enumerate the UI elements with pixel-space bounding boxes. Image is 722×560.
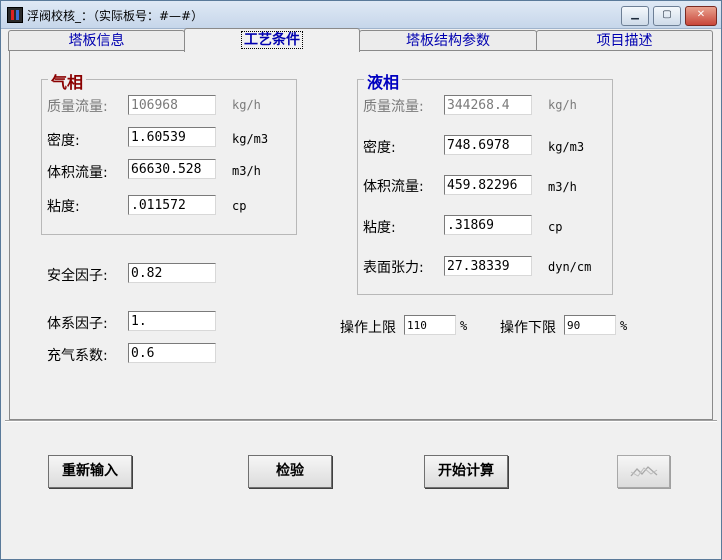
tab-tray-info[interactable]: 塔板信息 [8, 30, 185, 51]
gas-mass-flow-field: 106968 [128, 95, 216, 115]
tab-tray-structure[interactable]: 塔板结构参数 [359, 30, 537, 51]
liquid-mass-flow-label: 质量流量: [363, 99, 424, 115]
gas-density-label: 密度: [47, 133, 80, 149]
maximize-button[interactable]: ▢ [653, 6, 681, 26]
gas-viscosity-label: 粘度: [47, 199, 80, 215]
liquid-viscosity-unit: cp [548, 220, 563, 234]
tab-process-conditions[interactable]: 工艺条件 [184, 28, 360, 52]
reset-button[interactable]: 重新输入 [48, 455, 132, 488]
app-icon [7, 7, 23, 23]
gas-viscosity-unit: cp [232, 199, 247, 213]
title-bar: 浮阀校核_：（实际板号：#—#） ▁ ▢ ✕ [1, 1, 721, 29]
system-factor-field[interactable]: 1. [128, 311, 216, 331]
liquid-density-label: 密度: [363, 140, 396, 156]
gas-density-field[interactable]: 1.60539 [128, 127, 216, 147]
liquid-viscosity-field[interactable]: .31869 [444, 215, 532, 235]
liquid-volume-flow-label: 体积流量: [363, 179, 424, 195]
operation-lower-unit: % [620, 319, 628, 333]
operation-lower-label: 操作下限 [500, 320, 556, 336]
liquid-surface-tension-label: 表面张力: [363, 260, 424, 276]
tab-project-description[interactable]: 项目描述 [536, 30, 713, 51]
operation-upper-unit: % [460, 319, 468, 333]
operation-lower-field[interactable]: 90 [564, 315, 616, 335]
liquid-density-unit: kg/m3 [548, 140, 585, 154]
liquid-surface-tension-field[interactable]: 27.38339 [444, 256, 532, 276]
system-factor-label: 体系因子: [47, 316, 108, 332]
separator [5, 420, 717, 422]
line-chart-icon [630, 466, 658, 477]
close-button[interactable]: ✕ [685, 6, 717, 26]
liquid-viscosity-label: 粘度: [363, 220, 396, 236]
start-calculation-button[interactable]: 开始计算 [424, 455, 508, 488]
chart-button[interactable] [617, 455, 670, 488]
operation-upper-field[interactable]: 110 [404, 315, 456, 335]
aeration-factor-label: 充气系数: [47, 348, 108, 364]
gas-density-unit: kg/m3 [232, 132, 269, 146]
liquid-surface-tension-unit: dyn/cm [548, 260, 592, 274]
safety-factor-label: 安全因子: [47, 268, 108, 284]
liquid-volume-flow-unit: m3/h [548, 180, 577, 194]
process-conditions-panel: 气相 质量流量: 106968 kg/h 密度: 1.60539 kg/m3 体… [9, 50, 713, 420]
liquid-phase-title: 液相 [364, 69, 403, 93]
check-button[interactable]: 检验 [248, 455, 332, 488]
gas-volume-flow-unit: m3/h [232, 164, 261, 178]
liquid-mass-flow-field: 344268.4 [444, 95, 532, 115]
gas-viscosity-field[interactable]: .011572 [128, 195, 216, 215]
gas-volume-flow-field[interactable]: 66630.528 [128, 159, 216, 179]
liquid-density-field[interactable]: 748.6978 [444, 135, 532, 155]
liquid-volume-flow-field[interactable]: 459.82296 [444, 175, 532, 195]
gas-mass-flow-unit: kg/h [232, 98, 261, 112]
operation-upper-label: 操作上限 [340, 320, 396, 336]
gas-volume-flow-label: 体积流量: [47, 165, 108, 181]
gas-mass-flow-label: 质量流量: [47, 99, 108, 115]
gas-phase-title: 气相 [48, 69, 87, 93]
minimize-button[interactable]: ▁ [621, 6, 649, 26]
safety-factor-field[interactable]: 0.82 [128, 263, 216, 283]
app-window: 浮阀校核_：（实际板号：#—#） ▁ ▢ ✕ 塔板信息 工艺条件 塔板结构参数 … [0, 0, 722, 560]
aeration-factor-field[interactable]: 0.6 [128, 343, 216, 363]
liquid-mass-flow-unit: kg/h [548, 98, 577, 112]
window-title: 浮阀校核_：（实际板号：#—#） [27, 9, 204, 23]
